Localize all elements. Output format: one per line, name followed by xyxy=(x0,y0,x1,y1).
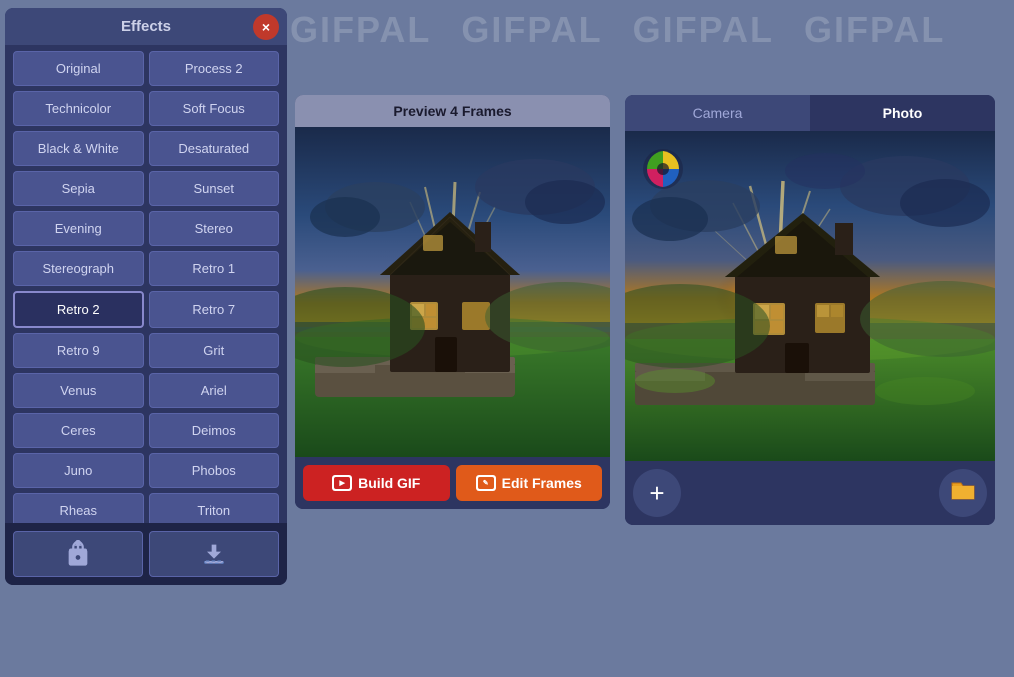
effect-rheas[interactable]: Rheas xyxy=(13,493,144,525)
effects-footer xyxy=(5,523,287,585)
preview-actions: ▶ Build GIF ✎ Edit Frames xyxy=(295,457,610,509)
close-button[interactable]: × xyxy=(253,14,279,40)
preview-image-container xyxy=(295,127,610,457)
preview-title: Preview 4 Frames xyxy=(393,103,511,119)
effect-sunset[interactable]: Sunset xyxy=(149,171,280,206)
effect-desaturated[interactable]: Desaturated xyxy=(149,131,280,166)
effect-black-white[interactable]: Black & White xyxy=(13,131,144,166)
effects-scroll[interactable]: Original Process 2 Technicolor Soft Focu… xyxy=(5,45,287,525)
effect-original[interactable]: Original xyxy=(13,51,144,86)
tab-camera[interactable]: Camera xyxy=(625,95,810,131)
tab-photo[interactable]: Photo xyxy=(810,95,995,131)
effect-soft-focus[interactable]: Soft Focus xyxy=(149,91,280,126)
effect-venus[interactable]: Venus xyxy=(13,373,144,408)
build-gif-label: Build GIF xyxy=(358,475,420,491)
effect-phobos[interactable]: Phobos xyxy=(149,453,280,488)
effect-ceres[interactable]: Ceres xyxy=(13,413,144,448)
edit-frames-icon: ✎ xyxy=(476,475,496,491)
effect-juno[interactable]: Juno xyxy=(13,453,144,488)
watermark-text-1: GIFPAL xyxy=(290,9,431,51)
effects-panel: Effects × Original Process 2 Technicolor… xyxy=(5,8,287,585)
effect-stereo[interactable]: Stereo xyxy=(149,211,280,246)
effect-deimos[interactable]: Deimos xyxy=(149,413,280,448)
add-photo-button[interactable]: + xyxy=(633,469,681,517)
effect-process2[interactable]: Process 2 xyxy=(149,51,280,86)
download-button[interactable] xyxy=(149,531,279,577)
photo-section: Camera Photo xyxy=(625,95,995,525)
photo-actions: + xyxy=(625,461,995,525)
watermark-text-4: GIFPAL xyxy=(804,9,945,51)
effect-grit[interactable]: Grit xyxy=(149,333,280,368)
effects-title: Effects xyxy=(121,18,171,35)
effect-sepia[interactable]: Sepia xyxy=(13,171,144,206)
gifpal-logo xyxy=(641,147,685,191)
share-icon xyxy=(64,540,92,568)
folder-icon xyxy=(950,479,976,507)
effect-retro2[interactable]: Retro 2 xyxy=(13,291,144,328)
effect-evening[interactable]: Evening xyxy=(13,211,144,246)
share-button[interactable] xyxy=(13,531,143,577)
effect-retro9[interactable]: Retro 9 xyxy=(13,333,144,368)
photo-tabs: Camera Photo xyxy=(625,95,995,131)
watermark-text-3: GIFPAL xyxy=(633,9,774,51)
effect-triton[interactable]: Triton xyxy=(149,493,280,525)
watermark-text-2: GIFPAL xyxy=(461,9,602,51)
effects-grid: Original Process 2 Technicolor Soft Focu… xyxy=(13,51,279,525)
build-gif-button[interactable]: ▶ Build GIF xyxy=(303,465,450,501)
effects-header: Effects × xyxy=(5,8,287,45)
build-gif-icon: ▶ xyxy=(332,475,352,491)
edit-frames-label: Edit Frames xyxy=(502,475,582,491)
edit-frames-button[interactable]: ✎ Edit Frames xyxy=(456,465,603,501)
preview-header: Preview 4 Frames xyxy=(295,95,610,127)
preview-section: Preview 4 Frames xyxy=(295,95,610,509)
effect-ariel[interactable]: Ariel xyxy=(149,373,280,408)
plus-icon: + xyxy=(649,480,664,506)
preview-scene xyxy=(295,127,610,457)
effect-technicolor[interactable]: Technicolor xyxy=(13,91,144,126)
download-icon xyxy=(200,540,228,568)
effect-retro1[interactable]: Retro 1 xyxy=(149,251,280,286)
effect-stereograph[interactable]: Stereograph xyxy=(13,251,144,286)
open-folder-button[interactable] xyxy=(939,469,987,517)
effect-retro7[interactable]: Retro 7 xyxy=(149,291,280,328)
photo-image-container xyxy=(625,131,995,461)
